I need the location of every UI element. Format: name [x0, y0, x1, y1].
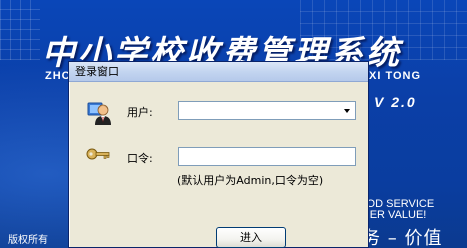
user-label: 用户: — [127, 106, 153, 119]
chevron-down-icon — [344, 108, 350, 113]
user-select-value — [179, 107, 182, 120]
dialog-title: 登录窗口 — [75, 65, 119, 78]
dialog-body: 用户: 口令: (默认用户为Admin,口令为空) 进入 — [69, 82, 368, 248]
password-label: 口令: — [127, 152, 153, 165]
copyright: 版权所有 — [8, 235, 48, 246]
dialog-titlebar[interactable]: 登录窗口 — [69, 62, 368, 82]
user-select-dropdown-button[interactable] — [339, 102, 355, 119]
login-button[interactable]: 进入 — [216, 227, 286, 248]
user-icon — [87, 102, 111, 125]
version-label: V 2.0 — [374, 94, 417, 110]
key-icon — [86, 148, 110, 160]
user-select[interactable] — [178, 101, 356, 120]
decorative-grid-left — [0, 0, 40, 60]
slogan-cn: 务 – 价值 — [362, 228, 443, 248]
login-hint: (默认用户为Admin,口令为空) — [177, 174, 324, 187]
password-input[interactable] — [178, 147, 356, 166]
login-dialog: 登录窗口 用户: 口令: (默认用户为Admin,口令为空) 进入 — [68, 61, 369, 248]
pinyin-right: XI TONG — [369, 70, 422, 82]
